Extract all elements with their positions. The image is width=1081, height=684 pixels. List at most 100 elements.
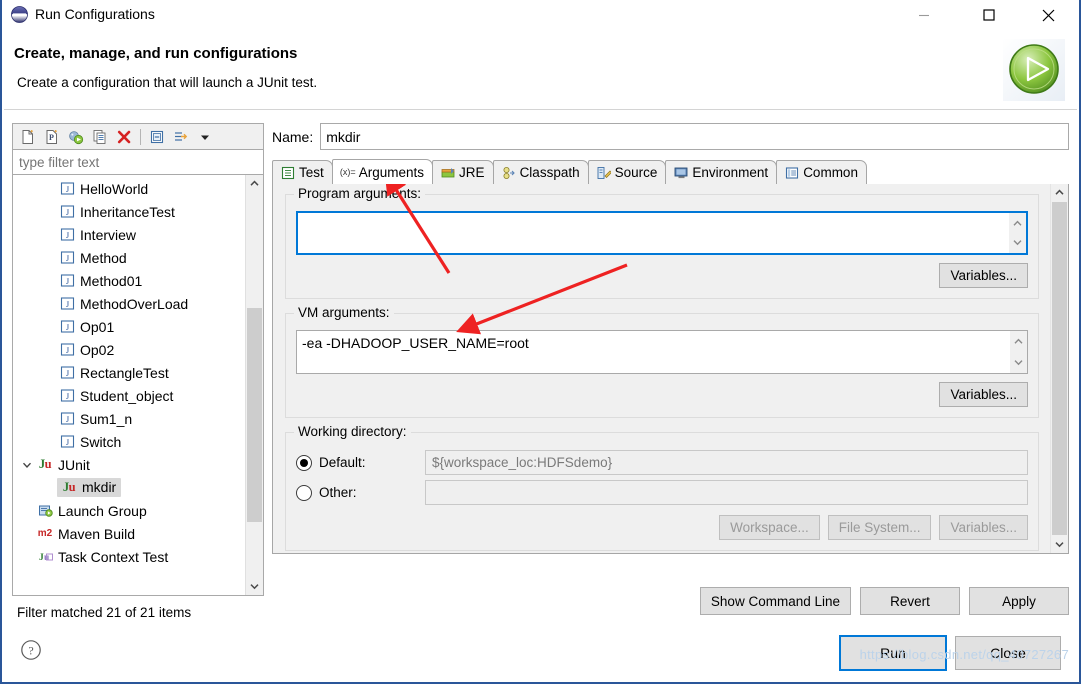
- scroll-down-icon[interactable]: [1010, 352, 1027, 373]
- svg-text:?: ?: [28, 644, 33, 658]
- run-button[interactable]: Run: [839, 635, 947, 671]
- filter-icon[interactable]: [169, 126, 193, 148]
- tree-item-methodoverload[interactable]: J MethodOverLoad: [13, 292, 246, 315]
- filter-box[interactable]: [12, 149, 264, 175]
- tab-classpath[interactable]: Classpath: [492, 160, 589, 184]
- collapse-all-icon[interactable]: [145, 126, 169, 148]
- name-field[interactable]: [320, 123, 1069, 150]
- export-icon[interactable]: [64, 126, 88, 148]
- tab-source[interactable]: Source: [587, 160, 667, 184]
- maximize-icon[interactable]: [966, 0, 1012, 30]
- revert-button[interactable]: Revert: [860, 587, 960, 615]
- title-bar: Run Configurations: [2, 0, 1079, 30]
- working-directory-other-row[interactable]: Other:: [296, 479, 1028, 506]
- tree-item-sum1-n[interactable]: J Sum1_n: [13, 407, 246, 430]
- program-arguments-variables-button[interactable]: Variables...: [939, 263, 1028, 288]
- tab-environment[interactable]: Environment: [665, 160, 778, 184]
- workspace-button[interactable]: Workspace...: [719, 515, 820, 540]
- tree-item-label: Maven Build: [58, 525, 136, 542]
- configurations-tree[interactable]: J HelloWorld J InheritanceTest J Interview J Me…: [12, 175, 264, 596]
- tab-label: Source: [614, 165, 658, 180]
- vm-arguments-value: -ea -DHADOOP_USER_NAME=root: [302, 335, 529, 351]
- scroll-up-icon[interactable]: [246, 175, 263, 192]
- scroll-down-icon[interactable]: [246, 578, 263, 595]
- scroll-up-icon[interactable]: [1051, 184, 1068, 201]
- other-directory-field[interactable]: [425, 480, 1028, 505]
- program-arguments-scrollbar[interactable]: [1009, 213, 1026, 253]
- close-icon[interactable]: [1025, 0, 1071, 30]
- dialog-footer: ? Run Close https://blog.csdn.net/qq_407…: [4, 623, 1077, 680]
- scroll-up-icon[interactable]: [1010, 331, 1027, 352]
- tree-item-launch-group[interactable]: Launch Group: [13, 499, 246, 522]
- name-input[interactable]: [321, 124, 1068, 149]
- file-system-button[interactable]: File System...: [827, 515, 932, 540]
- java-applet-icon: J: [57, 434, 77, 449]
- duplicate-icon[interactable]: [88, 126, 112, 148]
- scroll-down-icon[interactable]: [1051, 536, 1068, 553]
- tree-item-method[interactable]: J Method: [13, 246, 246, 269]
- svg-text:P: P: [49, 133, 54, 142]
- help-icon[interactable]: ?: [20, 639, 42, 661]
- tree-item-label: Launch Group: [58, 502, 147, 519]
- tree-list: J HelloWorld J InheritanceTest J Interview J Me…: [13, 175, 246, 568]
- launch-group-icon: [35, 503, 55, 518]
- tree-item-helloworld[interactable]: J HelloWorld: [13, 177, 246, 200]
- working-directory-variables-button[interactable]: Variables...: [939, 515, 1028, 540]
- tree-item-student-object[interactable]: J Student_object: [13, 384, 246, 407]
- tab-common[interactable]: Common: [776, 160, 867, 184]
- default-radio[interactable]: [296, 454, 312, 471]
- tree-item-label: Op01: [80, 318, 115, 335]
- tree-item-label: Op02: [80, 341, 115, 358]
- minimize-icon[interactable]: [901, 0, 947, 30]
- tab-label: Test: [299, 165, 324, 180]
- tree-item-label: InheritanceTest: [80, 203, 175, 220]
- new-configuration-icon[interactable]: [16, 126, 40, 148]
- apply-button[interactable]: Apply: [969, 587, 1069, 615]
- page-title: Create, manage, and run configurations: [14, 45, 298, 62]
- close-button[interactable]: Close: [955, 636, 1061, 670]
- java-applet-icon: J: [57, 319, 77, 334]
- scroll-up-icon[interactable]: [1009, 213, 1026, 234]
- tree-item-interview[interactable]: J Interview: [13, 223, 246, 246]
- eclipse-icon: [11, 6, 28, 23]
- delete-icon[interactable]: [112, 126, 136, 148]
- scroll-thumb[interactable]: [247, 308, 262, 522]
- java-applet-icon: J: [57, 365, 77, 380]
- show-command-line-button[interactable]: Show Command Line: [699, 587, 851, 615]
- panel-vertical-scrollbar[interactable]: [1050, 184, 1068, 553]
- search-input[interactable]: [13, 150, 263, 174]
- tree-item-junit[interactable]: Ju JUnit: [13, 453, 246, 476]
- tree-item-task-context-test[interactable]: Ju Task Context Test: [13, 545, 246, 568]
- environment-icon: [672, 166, 690, 180]
- tree-item-mkdir[interactable]: Ju mkdir: [13, 476, 246, 499]
- tree-item-rectangletest[interactable]: J RectangleTest: [13, 361, 246, 384]
- new-prototype-icon[interactable]: P: [40, 126, 64, 148]
- tab-arguments[interactable]: (x)= Arguments: [331, 159, 434, 184]
- program-arguments-label: Program arguments:: [294, 186, 426, 201]
- tree-item-method01[interactable]: J Method01: [13, 269, 246, 292]
- other-radio[interactable]: [296, 484, 312, 501]
- tree-item-inheritancetest[interactable]: J InheritanceTest: [13, 200, 246, 223]
- vm-arguments-variables-button[interactable]: Variables...: [939, 382, 1028, 407]
- source-icon: [595, 166, 613, 180]
- chevron-down-icon[interactable]: [193, 126, 217, 148]
- vm-arguments-scrollbar[interactable]: [1010, 331, 1027, 373]
- java-applet-icon: J: [57, 250, 77, 265]
- tree-vertical-scrollbar[interactable]: [245, 175, 263, 595]
- tree-item-switch[interactable]: J Switch: [13, 430, 246, 453]
- tab-jre[interactable]: JRE: [432, 160, 494, 184]
- program-arguments-group: Program arguments: Variables...: [285, 186, 1039, 299]
- working-directory-default-row[interactable]: Default: ${workspace_loc:HDFSdemo}: [296, 449, 1028, 476]
- tab-test[interactable]: Test: [272, 160, 333, 184]
- tree-item-op01[interactable]: J Op01: [13, 315, 246, 338]
- tree-item-maven-build[interactable]: m2 Maven Build: [13, 522, 246, 545]
- vm-arguments-input[interactable]: -ea -DHADOOP_USER_NAME=root: [296, 330, 1028, 374]
- java-applet-icon: J: [57, 227, 77, 242]
- configurations-tree-panel: P type filter text J HelloWorld J Inheri…: [12, 123, 264, 627]
- scroll-down-icon[interactable]: [1009, 232, 1026, 253]
- scroll-thumb[interactable]: [1052, 202, 1067, 535]
- tree-item-op02[interactable]: J Op02: [13, 338, 246, 361]
- chevron-down-icon[interactable]: [19, 460, 35, 470]
- program-arguments-input[interactable]: [296, 211, 1028, 255]
- common-icon: [783, 166, 801, 180]
